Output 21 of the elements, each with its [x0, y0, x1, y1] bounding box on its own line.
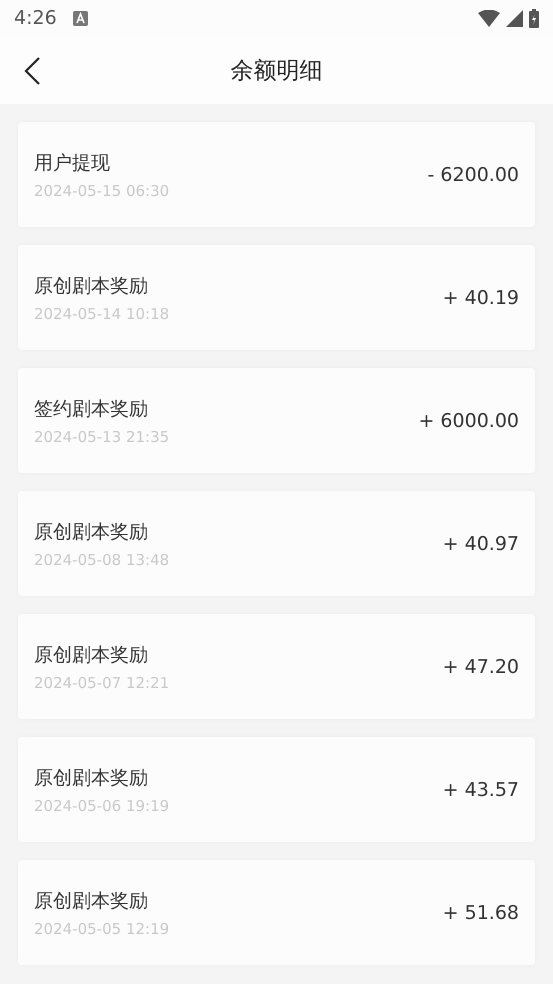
record-amount: + 43.57 [442, 778, 519, 800]
back-icon[interactable] [22, 56, 42, 86]
page-title: 余额明细 [230, 56, 322, 86]
status-time: 4:26 [14, 7, 57, 29]
notification-icon [72, 10, 88, 26]
record-amount: + 51.68 [442, 902, 519, 924]
record-title: 原创剧本奖励 [34, 888, 149, 914]
record-title: 原创剧本奖励 [34, 766, 149, 790]
record-title: 用户提现 [34, 150, 111, 176]
record-amount: + 40.97 [442, 532, 519, 554]
record-amount: + 47.20 [442, 656, 519, 678]
record-title: 原创剧本奖励 [34, 520, 149, 544]
wifi-icon [478, 10, 500, 26]
record-title: 原创剧本奖励 [34, 274, 149, 298]
battery-icon [529, 8, 539, 28]
signal-icon [506, 10, 523, 26]
record-title: 原创剧本奖励 [34, 642, 149, 668]
record-amount: + 6000.00 [418, 410, 519, 432]
record-title: 签约剧本奖励 [34, 396, 149, 422]
record-amount: - 6200.00 [428, 164, 519, 186]
record-amount: + 40.19 [442, 286, 519, 308]
